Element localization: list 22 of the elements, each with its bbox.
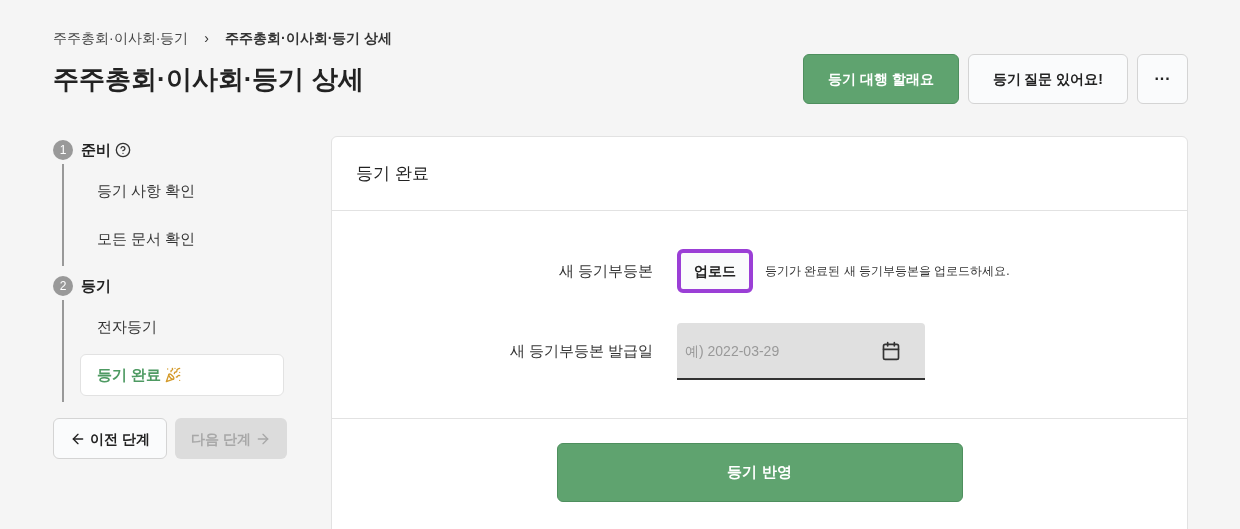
question-button[interactable]: 등기 질문 있어요! <box>967 54 1128 104</box>
calendar-icon[interactable] <box>881 341 901 361</box>
field-label: 새 등기부등본 <box>557 260 653 281</box>
step-title: 등기 <box>81 275 111 296</box>
breadcrumb-item: 주주총회·이사회·등기 상세 <box>225 29 393 48</box>
panel-title: 등기 완료 <box>356 162 429 185</box>
page-title: 주주총회·이사회·등기 상세 <box>53 62 364 96</box>
step-number: 2 <box>53 276 73 296</box>
breadcrumb-separator: › <box>204 29 209 48</box>
previous-step-button[interactable]: 이전 단계 <box>53 418 167 459</box>
help-icon[interactable] <box>115 142 131 158</box>
step-number: 1 <box>53 140 73 160</box>
upload-hint: 등기가 완료된 새 등기부등본을 업로드하세요. <box>765 263 1010 279</box>
substep-item[interactable]: 모든 문서 확인 <box>80 218 284 260</box>
upload-button[interactable]: 업로드 <box>677 249 753 293</box>
breadcrumb-item[interactable]: 주주총회·이사회·등기 <box>53 28 189 48</box>
substep-item[interactable]: 등기 사항 확인 <box>80 170 284 212</box>
more-button[interactable]: ··· <box>1137 54 1188 104</box>
date-field[interactable]: 예) 2022-03-29 <box>677 323 925 380</box>
substep-item[interactable]: 전자등기 <box>80 306 284 348</box>
step-title: 준비 <box>81 139 111 160</box>
field-label: 새 등기부등본 발급일 <box>508 341 653 362</box>
